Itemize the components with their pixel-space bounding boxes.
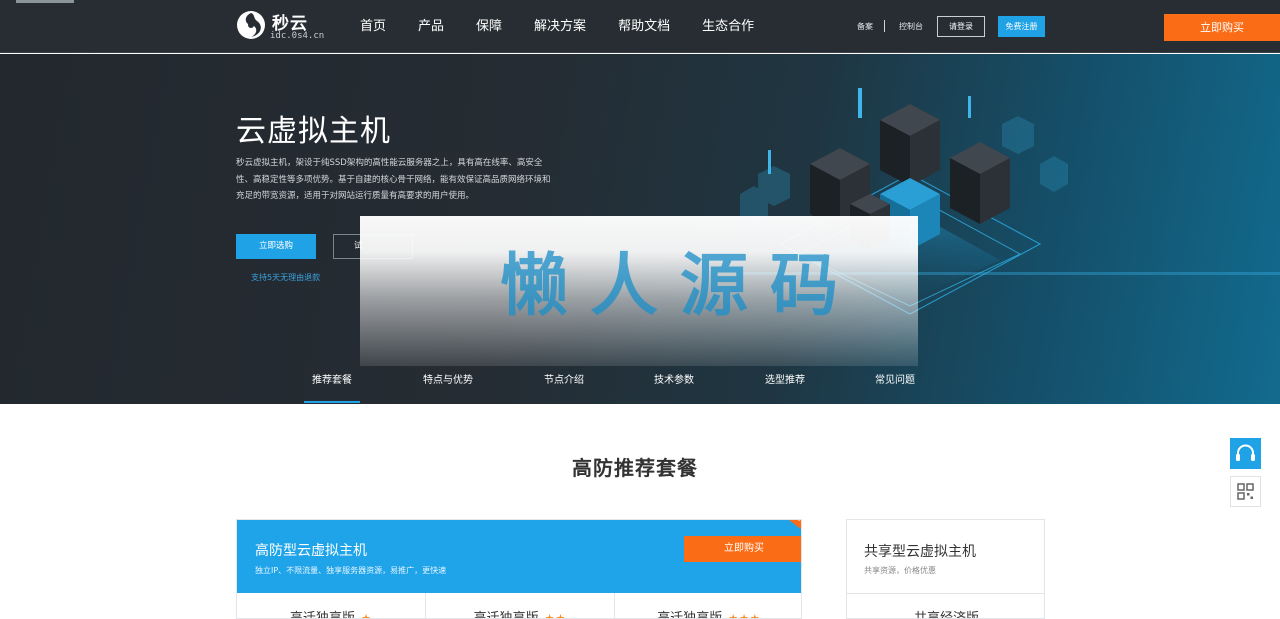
hero-banner: 云虚拟主机 秒云虚拟主机，架设于纯SSD架构的高性能云服务器之上，具有高在线率、… xyxy=(0,54,1280,404)
section-title: 高防推荐套餐 xyxy=(572,456,698,480)
record-link[interactable]: 备案 xyxy=(857,21,873,32)
subnav-tab-specs[interactable]: 技术参数 xyxy=(634,371,714,386)
star-rating: ★★ xyxy=(544,612,567,619)
watermark-overlay: 懒人源码 xyxy=(360,216,918,366)
plan-column[interactable]: 高迁独享版 ★ xyxy=(237,593,426,619)
hero-desc-line: 秒云虚拟主机，架设于纯SSD架构的高性能云服务器之上，具有高在线率、高安全 xyxy=(236,158,543,168)
nav-item-solutions[interactable]: 解决方案 xyxy=(534,0,586,53)
subnav-tab-selection[interactable]: 选型推荐 xyxy=(745,371,825,386)
register-button[interactable]: 免费注册 xyxy=(998,16,1045,37)
console-link[interactable]: 控制台 xyxy=(899,21,923,32)
plan-columns: 高迁独享版 ★ 高迁独享版 ★★ 高迁独享版 ★★★ xyxy=(237,593,801,619)
card-buy-button[interactable]: 立即购买 xyxy=(684,536,801,562)
header-buy-button[interactable]: 立即购买 xyxy=(1164,14,1280,41)
logo-swirl-icon xyxy=(237,11,265,39)
brand-domain: idc.0s4.cn xyxy=(270,31,325,41)
plan-name: 高迁独享版 xyxy=(290,611,356,619)
refund-note: 支持5天无理由退款 xyxy=(251,273,321,282)
shared-package-card[interactable]: 共享型云虚拟主机 共享资源，价格优惠 共享经济版 xyxy=(846,519,1045,619)
login-button[interactable]: 请登录 xyxy=(937,16,985,37)
star-rating: ★★★ xyxy=(728,612,761,619)
card-subtitle: 共享资源，价格优惠 xyxy=(864,566,936,575)
plan-column[interactable]: 高迁独享版 ★★★ xyxy=(615,593,801,619)
watermark-text: 懒人源码 xyxy=(500,246,861,326)
plan-column[interactable]: 高迁独享版 ★★ xyxy=(426,593,615,619)
nav-item-guarantee[interactable]: 保障 xyxy=(476,0,502,53)
top-navbar: 秒云 idc.0s4.cn 首页 产品 保障 解决方案 帮助文档 生态合作 备案… xyxy=(0,0,1280,53)
card-title: 高防型云虚拟主机 xyxy=(255,543,367,559)
card-divider xyxy=(847,593,1044,594)
nav-item-home[interactable]: 首页 xyxy=(360,0,386,53)
nav-item-products[interactable]: 产品 xyxy=(418,0,444,53)
hero-desc-line: 性、高稳定性等多项优势。基于自建的核心骨干网络，能有效保证高品质网络环境和 xyxy=(236,174,551,185)
subnav-tab-faq[interactable]: 常见问题 xyxy=(855,371,935,386)
online-support-button[interactable] xyxy=(1230,438,1261,469)
hero-buy-button[interactable]: 立即选购 xyxy=(236,234,316,259)
product-subnav: 推荐套餐 特点与优势 节点介绍 技术参数 选型推荐 常见问题 xyxy=(0,364,1280,404)
headset-icon xyxy=(1236,444,1255,461)
card-header: 高防型云虚拟主机 独立IP、不限流量、独享服务器资源，易推广，更快速 立即购买 … xyxy=(237,520,801,593)
main-nav: 首页 产品 保障 解决方案 帮助文档 生态合作 xyxy=(360,0,786,53)
hero-description: 秒云虚拟主机，架设于纯SSD架构的高性能云服务器之上，具有高在线率、高安全 性、… xyxy=(236,155,596,205)
top-link-divider xyxy=(884,20,885,32)
qr-code-button[interactable] xyxy=(1230,476,1261,507)
browser-tab-sliver xyxy=(16,0,74,3)
nav-item-docs[interactable]: 帮助文档 xyxy=(618,0,670,53)
subnav-active-indicator xyxy=(304,401,360,403)
card-title: 共享型云虚拟主机 xyxy=(864,544,976,560)
subnav-tab-nodes[interactable]: 节点介绍 xyxy=(524,371,604,386)
subnav-tab-features[interactable]: 特点与优势 xyxy=(408,371,488,386)
subnav-tab-packages[interactable]: 推荐套餐 xyxy=(292,371,372,386)
brand-logo[interactable]: 秒云 idc.0s4.cn xyxy=(236,9,326,45)
plan-name: 高迁独享版 xyxy=(657,611,723,619)
plan-name: 高迁独享版 xyxy=(473,611,539,619)
qr-code-icon xyxy=(1237,483,1254,500)
hero-title: 云虚拟主机 xyxy=(236,114,391,149)
hero-desc-line: 充足的带宽资源，适用于对网站运行质量有高要求的用户使用。 xyxy=(236,191,475,201)
star-rating: ★ xyxy=(361,612,372,619)
card-subtitle: 独立IP、不限流量、独享服务器资源，易推广，更快速 xyxy=(255,566,447,575)
plan-name: 共享经济版 xyxy=(913,611,979,619)
nav-item-partners[interactable]: 生态合作 xyxy=(702,0,754,53)
high-defense-package-card: 高防型云虚拟主机 独立IP、不限流量、独享服务器资源，易推广，更快速 立即购买 … xyxy=(236,519,802,619)
